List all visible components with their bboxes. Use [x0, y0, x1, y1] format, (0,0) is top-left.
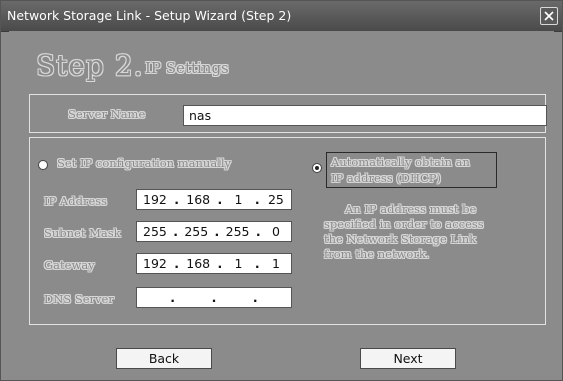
- ip-octet-1: 192: [143, 192, 167, 207]
- subnet-octet-2: 255: [184, 224, 209, 239]
- gateway-octet-4: 1: [271, 256, 280, 271]
- gateway-input[interactable]: 192. 168. 1. 1: [136, 253, 292, 274]
- wizard-content: Step 2. IP Settings Server Name nas Set …: [9, 31, 554, 373]
- back-button[interactable]: Back: [116, 348, 212, 369]
- ip-separator: .: [174, 192, 179, 207]
- subnet-octet-4: 0: [272, 224, 280, 239]
- ip-address-label: IP Address: [44, 194, 108, 208]
- help-line-3: the Network Storage Link: [324, 232, 477, 246]
- ip-separator: .: [254, 192, 260, 207]
- ip-separator: .: [214, 224, 220, 239]
- dhcp-option-box[interactable]: Automatically obtain an IP address (DHCP…: [326, 152, 497, 188]
- ip-separator: .: [170, 290, 176, 305]
- dhcp-help-text: An IP address must be specified in order…: [324, 202, 534, 262]
- title-bar: Network Storage Link - Setup Wizard (Ste…: [1, 1, 562, 32]
- next-button[interactable]: Next: [360, 348, 456, 369]
- ip-separator: .: [217, 256, 223, 271]
- dns-server-label: DNS Server: [44, 292, 114, 306]
- dhcp-label-line1: Automatically obtain an: [331, 155, 470, 169]
- dns-server-input[interactable]: . . .: [136, 287, 292, 308]
- subnet-octet-1: 255: [143, 224, 167, 239]
- close-button[interactable]: [540, 7, 558, 25]
- subnet-mask-label: Subnet Mask: [44, 226, 121, 240]
- server-name-label: Server Name: [68, 107, 146, 121]
- step-heading: Step 2.: [36, 49, 144, 82]
- setup-wizard-window: Network Storage Link - Setup Wizard (Ste…: [0, 0, 563, 381]
- gateway-octet-3: 1: [234, 256, 243, 271]
- manual-config-label: Set IP configuration manually: [57, 156, 232, 170]
- gateway-label: Gateway: [44, 258, 95, 272]
- server-name-input[interactable]: nas: [183, 105, 547, 126]
- ip-separator: .: [211, 290, 217, 305]
- help-line-1: An IP address must be: [345, 202, 477, 216]
- ip-octet-3: 1: [234, 192, 243, 207]
- window-title: Network Storage Link - Setup Wizard (Ste…: [7, 8, 292, 23]
- ip-address-input[interactable]: 192. 168. 1. 25: [136, 189, 292, 210]
- ip-separator: .: [255, 224, 261, 239]
- ip-separator: .: [173, 224, 178, 239]
- gateway-octet-2: 168: [186, 256, 211, 271]
- dhcp-radio[interactable]: [312, 163, 322, 173]
- gateway-octet-1: 192: [143, 256, 167, 271]
- ip-separator: .: [217, 192, 223, 207]
- ip-octet-2: 168: [186, 192, 211, 207]
- subnet-mask-input[interactable]: 255. 255. 255. 0: [136, 221, 292, 242]
- ip-settings-panel: Set IP configuration manually IP Address…: [29, 137, 546, 325]
- server-name-panel: Server Name nas: [29, 94, 547, 133]
- dhcp-label-line2: IP address (DHCP): [331, 171, 442, 185]
- help-line-4: from the network.: [324, 247, 430, 261]
- step-subtitle: IP Settings: [145, 59, 229, 77]
- ip-separator: .: [254, 256, 260, 271]
- close-icon: [544, 11, 554, 21]
- ip-octet-4: 25: [267, 192, 284, 207]
- help-line-2: specified in order to access: [324, 217, 484, 231]
- subnet-octet-3: 255: [225, 224, 250, 239]
- ip-separator: .: [174, 256, 179, 271]
- ip-separator: .: [252, 290, 258, 305]
- manual-config-radio[interactable]: [38, 160, 48, 170]
